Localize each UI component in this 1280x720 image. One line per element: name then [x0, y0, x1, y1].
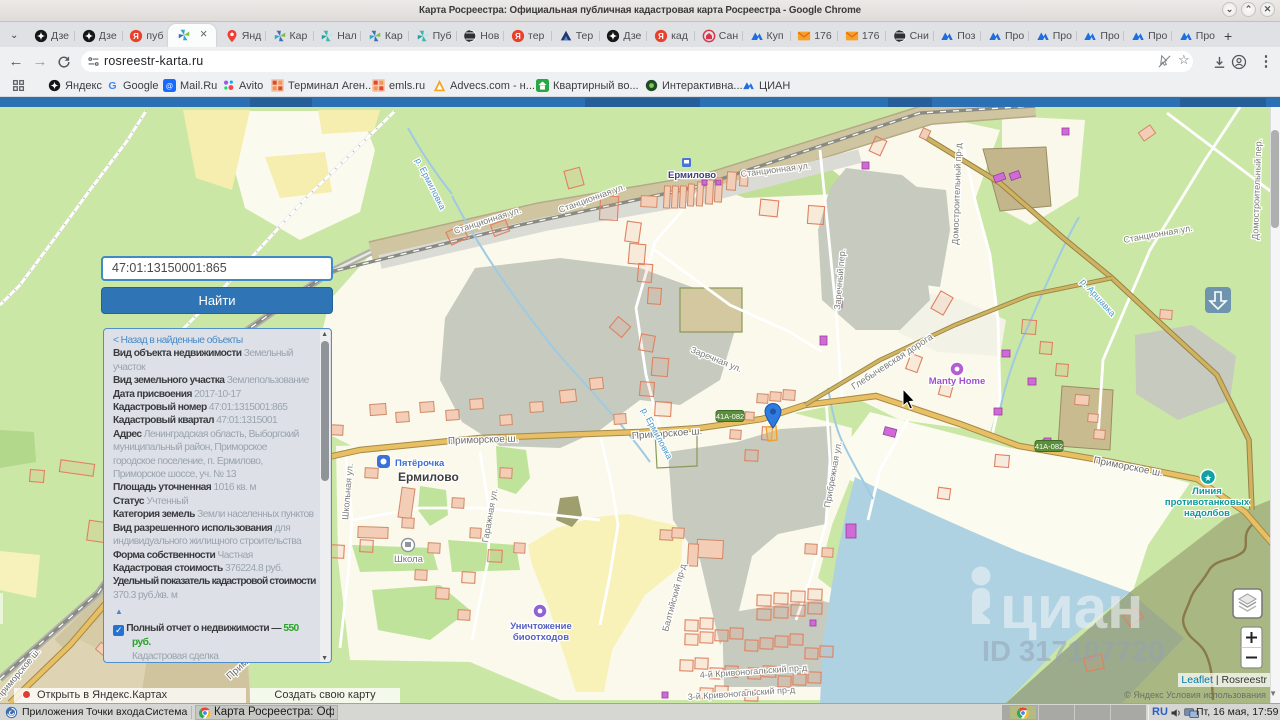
svg-text:Линия: Линия — [1192, 486, 1222, 497]
svg-text:Ермилово: Ермилово — [668, 170, 716, 181]
svg-text:Школа: Школа — [394, 554, 424, 565]
svg-text:41А-082: 41А-082 — [1035, 442, 1063, 451]
svg-text:Уничтожение: Уничтожение — [510, 621, 572, 632]
svg-text:Manty Home: Manty Home — [929, 376, 985, 387]
svg-text:н: н — [0, 572, 7, 637]
svg-text:@: @ — [166, 81, 173, 90]
svg-text:★: ★ — [1204, 473, 1212, 483]
svg-text:Ермилово: Ермилово — [398, 470, 459, 484]
svg-text:Я: Я — [658, 32, 664, 41]
svg-text:Пятёрочка: Пятёрочка — [395, 458, 445, 469]
svg-text:Я: Я — [134, 32, 140, 41]
svg-text:41А-082: 41А-082 — [716, 412, 744, 421]
svg-text:противотанковых: противотанковых — [1165, 497, 1250, 508]
svg-text:надолбов: надолбов — [1184, 508, 1230, 519]
svg-text:ID 317107720: ID 317107720 — [982, 636, 1164, 668]
svg-text:биоотходов: биоотходов — [513, 632, 569, 643]
svg-text:циан: циан — [1000, 574, 1143, 641]
svg-text:Я: Я — [515, 32, 521, 41]
svg-text:G: G — [108, 80, 116, 92]
